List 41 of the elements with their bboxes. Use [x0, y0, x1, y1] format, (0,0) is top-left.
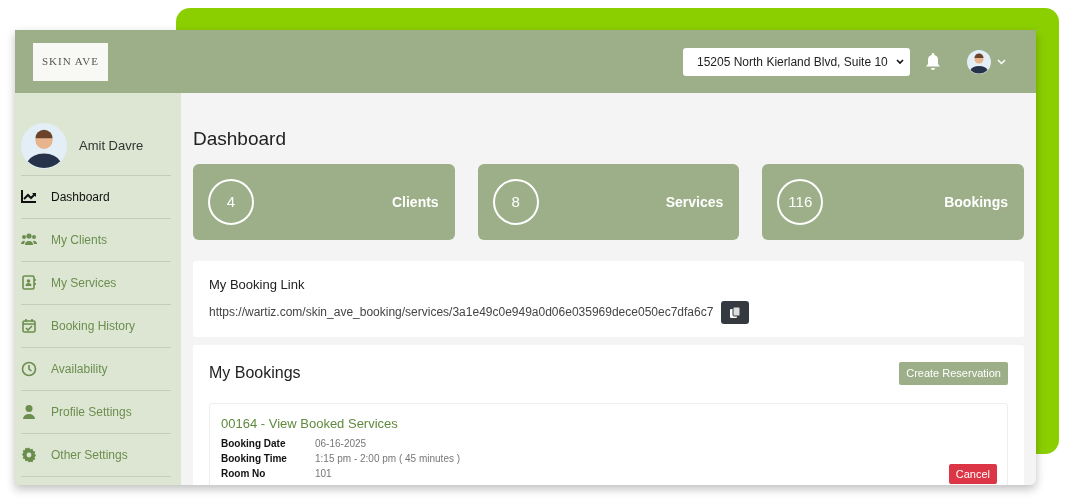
nav-item[interactable]: Availability	[21, 347, 171, 390]
stat-count: 116	[777, 179, 824, 225]
nav-item[interactable]: Booking History	[21, 304, 171, 347]
card-title: My Bookings	[209, 363, 301, 383]
stat-count: 8	[492, 179, 539, 225]
nav-item[interactable]: Dashboard	[21, 175, 171, 218]
chart-icon	[21, 189, 37, 205]
field-label: Room No	[221, 466, 267, 481]
stat-title: Clients	[391, 192, 439, 212]
avatar-icon	[21, 123, 67, 169]
logo: SKIN AVE	[33, 42, 108, 81]
booking-url: https://wartiz.com/skin_ave_booking/services/3a1e49c0e949a0d06e035969dece050ec7dfa6c7	[209, 304, 714, 321]
booking-link[interactable]: 00164 - View Booked Services	[221, 414, 996, 434]
copy-icon	[730, 306, 741, 318]
stat-title: Bookings	[944, 192, 1008, 212]
nav-item[interactable]: Profile Settings	[21, 390, 171, 433]
nav-item[interactable]: My Clients	[21, 218, 171, 261]
stat-title: Services	[665, 192, 724, 212]
caret-icon	[896, 58, 904, 65]
field-value: 06-16-2025	[315, 436, 367, 451]
cancel-button[interactable]: Cancel	[948, 464, 997, 484]
user-name: Amit Davre	[79, 137, 144, 156]
users-icon	[21, 232, 37, 248]
avatar-icon[interactable]	[967, 49, 991, 74]
clock-icon	[21, 361, 37, 377]
card-title: My Booking Link	[209, 276, 306, 294]
gear-icon	[21, 447, 37, 463]
user-icon	[21, 404, 37, 420]
stat-count: 4	[208, 179, 254, 225]
field-label: Booking Time	[221, 451, 288, 466]
field-value: 101	[315, 466, 332, 481]
contact-card-icon	[21, 275, 37, 291]
page-title: Dashboard	[193, 127, 287, 151]
location-select[interactable]: 15205 North Kierland Blvd, Suite 10	[683, 47, 910, 76]
create-reservation-button[interactable]: Create Reservation	[899, 362, 1008, 385]
nav-item[interactable]: My Services	[21, 261, 171, 304]
nav-item[interactable]: Other Settings	[21, 433, 171, 476]
calendar-check-icon	[21, 318, 37, 334]
copy-button[interactable]	[721, 300, 750, 324]
field-label: Booking Date	[221, 436, 287, 451]
field-value: 1:15 pm - 2:00 pm ( 45 minutes )	[315, 451, 461, 466]
